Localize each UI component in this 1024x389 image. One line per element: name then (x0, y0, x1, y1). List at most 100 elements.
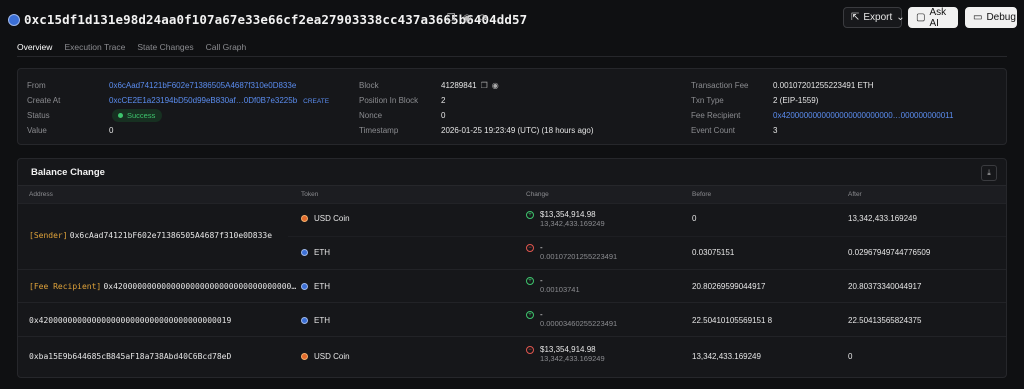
table-row: 0xba15E9b644685cB845aF18a738Abd40C6Bcd78… (18, 336, 1006, 377)
token-name: ETH (314, 282, 330, 291)
nonce-label: Nonce (359, 111, 383, 120)
eth-icon (301, 317, 308, 324)
before-cell: 13,342,433.169249 (692, 352, 761, 361)
copy-icon[interactable]: ❐ (446, 14, 456, 24)
increase-icon: + (526, 277, 534, 285)
address-cell: [Sender] 0x6cAad74121bF602e71386505A4687… (29, 231, 272, 240)
txtype-label: Txn Type (691, 96, 724, 105)
status-text: Success (127, 111, 156, 120)
change-values: $13,354,914.98 13,342,433.169249 (540, 210, 605, 228)
overview-card: From 0x6cAad74121bF602e71386505A4687f310… (17, 68, 1007, 145)
change-cell: − $13,354,914.98 13,342,433.169249 (526, 345, 605, 363)
balance-change-title: Balance Change (31, 167, 105, 178)
value-value: 0 (109, 126, 114, 135)
change-values: -0.00107201255223491 (540, 243, 617, 261)
after-cell: 20.80373340044917 (848, 282, 922, 291)
table-row: [Fee Recipient] 0x4200000000000000000000… (18, 269, 1006, 303)
chain-icon[interactable]: ◉ (462, 14, 472, 24)
debug-icon: ▭ (973, 12, 983, 23)
row-divider (288, 236, 1006, 237)
ask-ai-button[interactable]: ▢ Ask AI (908, 7, 958, 29)
page-header: 0xc15df1d131e98d24aa0f107a67e33e66cf2ea2… (0, 0, 1024, 40)
before-cell: 22.50410105569151 8 (692, 316, 773, 325)
create-at-address[interactable]: 0xcCE2E1a23194bD50d99eB830af…0Df0B7e3225… (109, 96, 297, 105)
timestamp-label: Timestamp (359, 126, 399, 135)
token-cell: ETH (301, 248, 330, 257)
download-icon[interactable]: ⤓ (981, 165, 997, 181)
change-values: $13,354,914.98 13,342,433.169249 (540, 345, 605, 363)
tab-overview[interactable]: Overview (17, 42, 53, 57)
block-label: Block (359, 81, 379, 90)
increase-icon: + (526, 311, 534, 319)
success-icon (118, 113, 123, 118)
event-count-label: Event Count (691, 126, 736, 135)
export-icon: ⇱ (851, 12, 860, 23)
increase-icon: + (526, 211, 534, 219)
debug-button[interactable]: ▭ Debug (965, 7, 1017, 28)
fee-recipient-tag: [Fee Recipient] (29, 282, 102, 291)
debug-label: Debug (986, 12, 1016, 23)
change-cell: + $13,354,914.98 13,342,433.169249 (526, 210, 605, 228)
column-header: Before (692, 191, 712, 198)
token-name: ETH (314, 248, 330, 257)
change-sign: - (540, 310, 543, 319)
token-cell: ETH (301, 282, 330, 291)
before-cell: 20.80269599044917 (692, 282, 766, 291)
fee-value: 0.00107201255223491 ETH (773, 81, 874, 90)
status-badge: Success (112, 109, 163, 122)
copy-icon[interactable]: ❐ (481, 81, 488, 90)
change-cell: + -0.00003460255223491 (526, 310, 617, 328)
token-name: USD Coin (314, 214, 350, 223)
before-cell: 0.03075151 (692, 248, 735, 257)
from-address[interactable]: 0x6cAad74121bF602e71386505A4687f310e0D83… (109, 81, 296, 90)
usd-coin-icon (301, 353, 308, 360)
tab-divider (17, 56, 1007, 57)
position-label: Position In Block (359, 96, 419, 105)
from-label: From (27, 81, 46, 90)
tab-execution-trace[interactable]: Execution Trace (64, 42, 125, 57)
address-value[interactable]: 0xba15E9b644685cB845aF18a738Abd40C6Bcd78… (29, 352, 231, 361)
change-sign: - (540, 276, 543, 285)
address-value[interactable]: 0x6cAad74121bF602e71386505A4687f310e0D83… (70, 231, 272, 240)
timestamp-value: 2026-01-25 19:23:49 (UTC) (18 hours ago) (441, 126, 594, 135)
change-sign: - (540, 243, 543, 252)
tab-state-changes[interactable]: State Changes (137, 42, 193, 57)
change-cell: + -0.00103741 (526, 276, 580, 294)
eth-icon (301, 249, 308, 256)
chevron-down-icon: ⌄ (896, 12, 905, 23)
address-value[interactable]: 0x4200000000000000000000000000000000000… (103, 282, 296, 291)
column-header: Address (29, 191, 53, 198)
balance-change-panel: Balance Change ⤓ Address Token Change Be… (17, 158, 1007, 378)
position-value: 2 (441, 96, 446, 105)
after-cell: 0 (848, 352, 853, 361)
column-header: Change (526, 191, 549, 198)
fee-recipient-address[interactable]: 0x4200000000000000000000000…000000000011 (773, 111, 953, 120)
share-icon[interactable]: ⋰ (494, 14, 504, 24)
before-cell: 0 (692, 214, 697, 223)
change-values: -0.00003460255223491 (540, 310, 617, 328)
token-name: USD Coin (314, 352, 350, 361)
create-tag: CREATE (303, 98, 330, 105)
change-usd: $13,354,914.98 (540, 210, 596, 219)
create-at-row: 0xcCE2E1a23194bD50d99eB830af…0Df0B7e3225… (109, 96, 329, 105)
after-cell: 0.02967949744776509 (848, 248, 931, 257)
value-label: Value (27, 126, 47, 135)
ethereum-icon (8, 14, 20, 26)
chain-icon: ◉ (491, 81, 499, 90)
address-value[interactable]: 0x42000000000000000000000000000000000000… (29, 316, 231, 325)
table-row: 0x42000000000000000000000000000000000000… (18, 302, 1006, 337)
event-count-value: 3 (773, 126, 778, 135)
block-number: 41289841 (441, 81, 477, 90)
refresh-icon[interactable]: ⟳ (478, 14, 488, 24)
tab-bar: Overview Execution Trace State Changes C… (17, 42, 246, 57)
create-at-label: Create At (27, 96, 61, 105)
after-cell: 22.50413565824375 (848, 316, 922, 325)
txtype-value: 2 (EIP-1559) (773, 96, 819, 105)
change-amount: 13,342,433.169249 (540, 354, 605, 363)
tab-call-graph[interactable]: Call Graph (206, 42, 247, 57)
column-header: Token (301, 191, 319, 198)
column-header: After (848, 191, 862, 198)
change-cell: − -0.00107201255223491 (526, 243, 617, 261)
export-button[interactable]: ⇱ Export ⌄ (843, 7, 905, 28)
block-row: 41289841 ❐ ◉ (441, 81, 499, 90)
